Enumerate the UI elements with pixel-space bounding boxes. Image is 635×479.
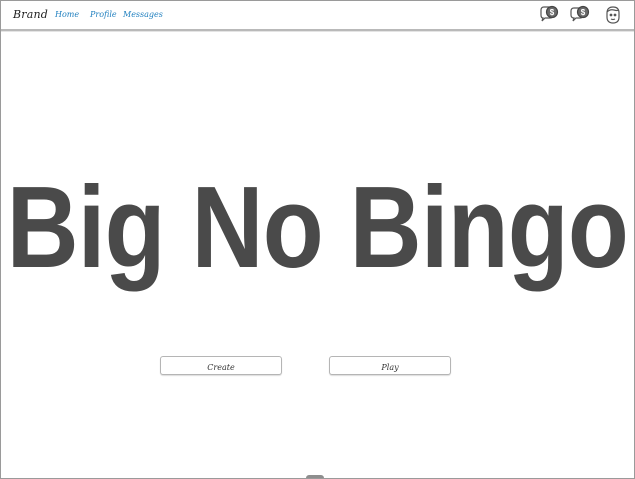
brand-logo[interactable]: Brand: [13, 8, 48, 21]
chat-bubble-dollar-icon[interactable]: $: [538, 4, 560, 26]
app-window: Brand Home Profile Messages $ $ Big No B…: [0, 0, 635, 479]
bottom-scroll-handle[interactable]: [306, 475, 324, 478]
page-title: Big No Bingo: [6, 162, 629, 292]
svg-text:$: $: [581, 8, 586, 17]
nav-link-home[interactable]: Home: [55, 10, 79, 19]
play-button[interactable]: Play: [329, 356, 451, 375]
nav-link-profile[interactable]: Profile: [90, 10, 117, 19]
user-avatar-icon[interactable]: [602, 4, 624, 26]
nav-link-messages[interactable]: Messages: [123, 10, 163, 19]
top-navbar: Brand Home Profile Messages $ $: [1, 1, 634, 31]
chat-bubble-dollar-icon[interactable]: $: [569, 4, 591, 26]
hero-section: Big No Bingo: [1, 157, 634, 297]
svg-text:$: $: [550, 8, 555, 17]
create-button[interactable]: Create: [160, 356, 282, 375]
